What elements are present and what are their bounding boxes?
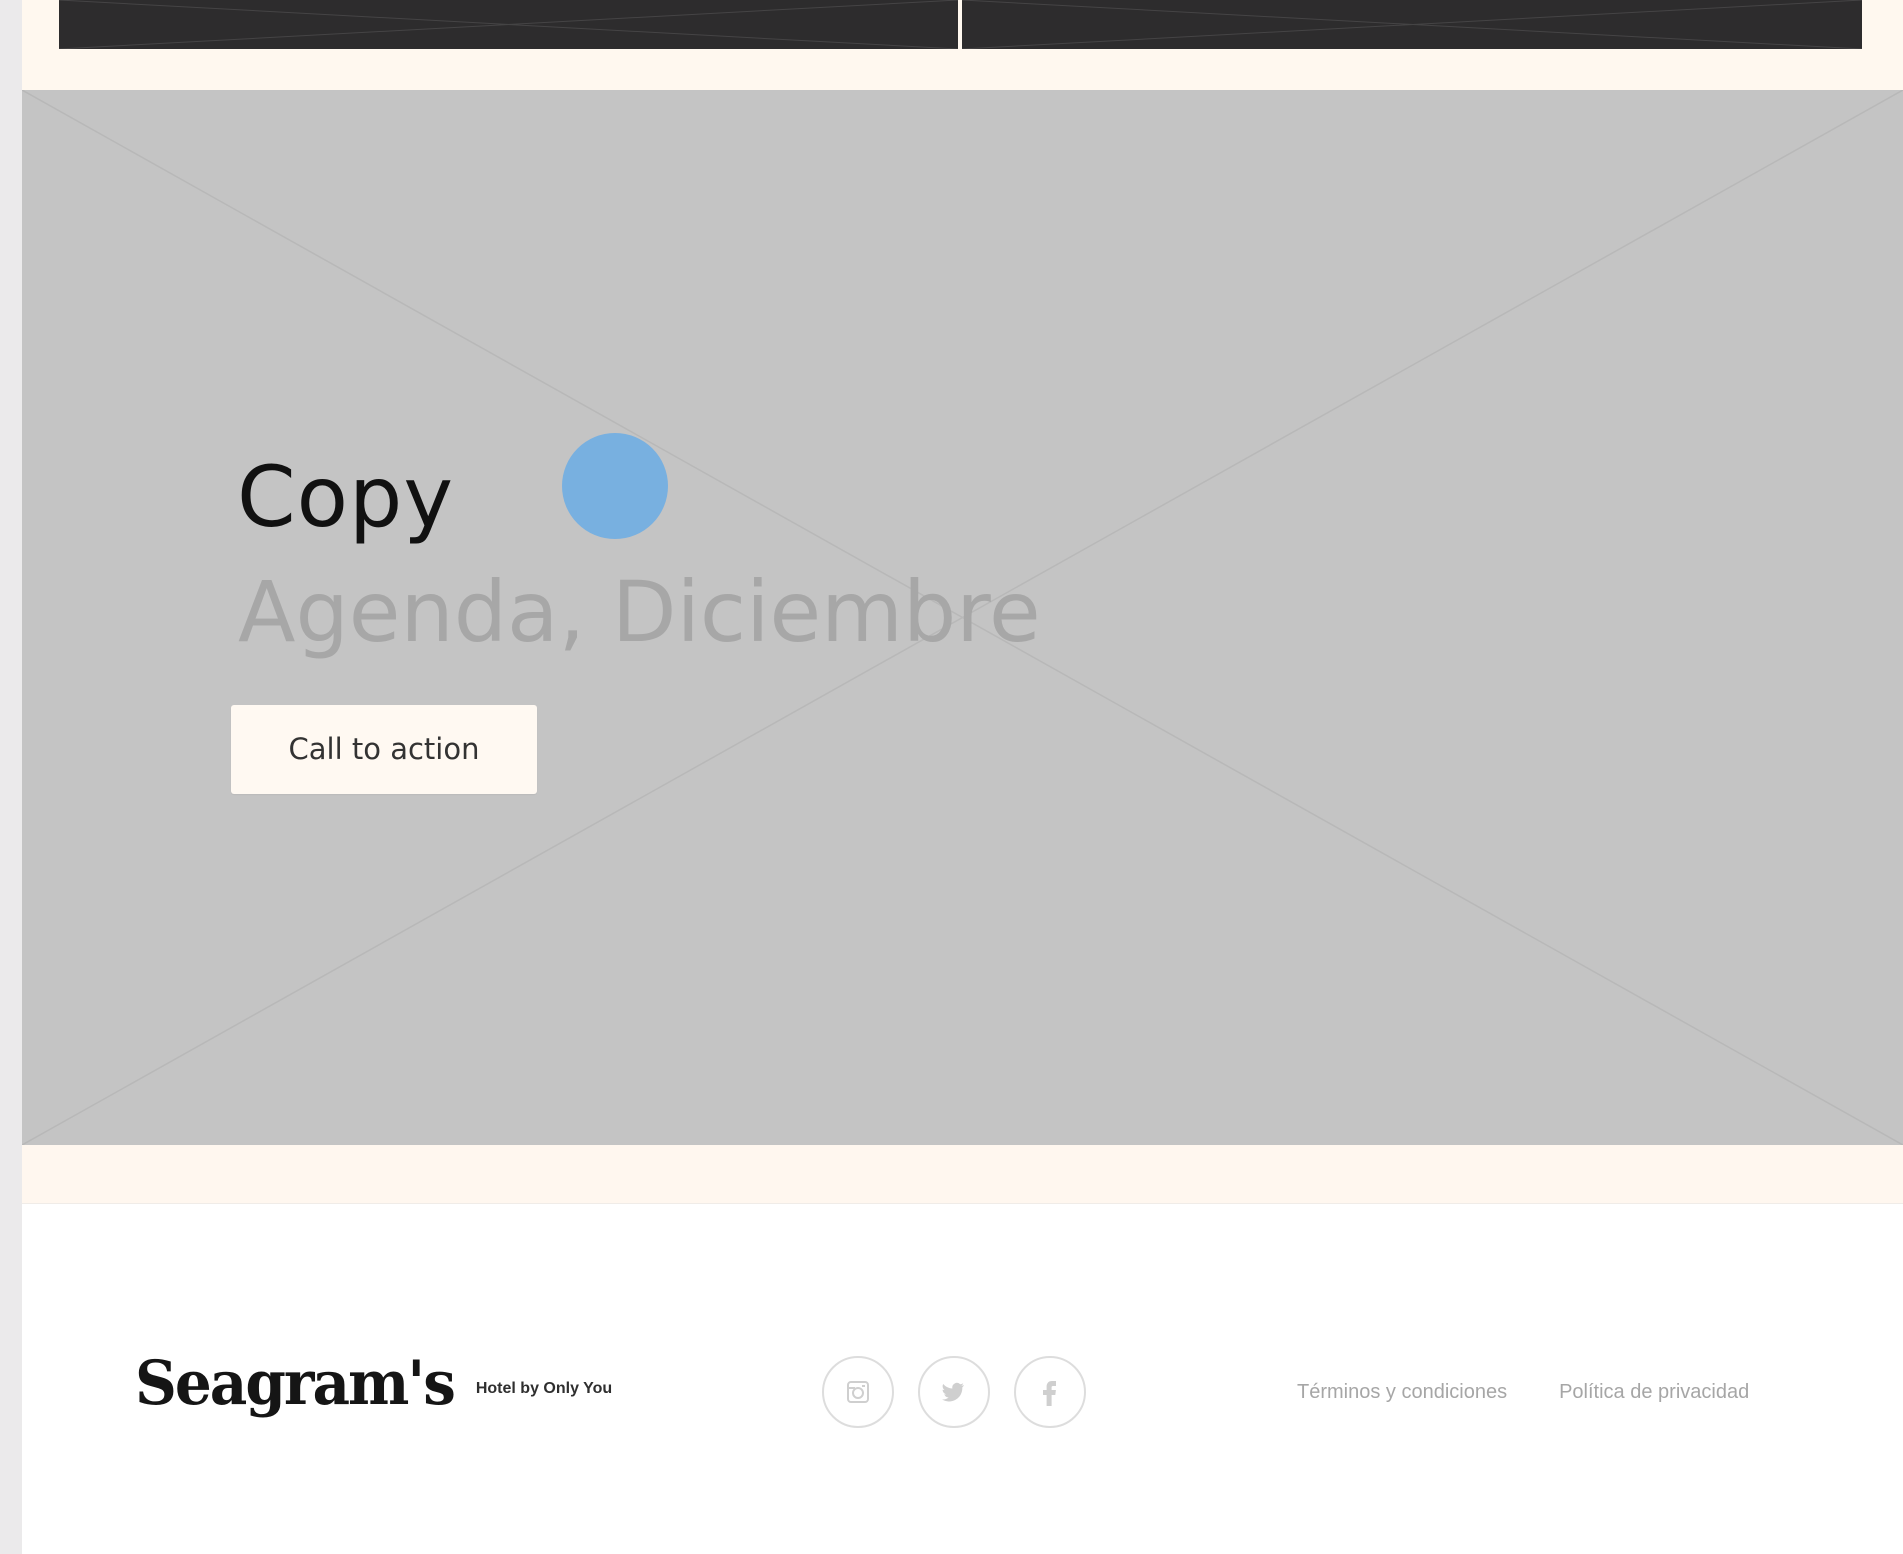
privacy-link[interactable]: Política de privacidad <box>1559 1381 1749 1404</box>
twitter-icon[interactable] <box>918 1356 990 1428</box>
hero-section: Copy Agenda, Diciembre Call to action <box>22 90 1903 1145</box>
brand-logo[interactable]: Seagram's <box>135 1353 456 1414</box>
instagram-glyph-icon <box>847 1381 869 1403</box>
cursor-indicator <box>562 433 668 539</box>
social-links <box>822 1356 1086 1428</box>
legal-links: Términos y condiciones Política de priva… <box>1297 1381 1749 1404</box>
page-canvas: Copy Agenda, Diciembre Call to action Se… <box>22 0 1903 1554</box>
facebook-glyph-icon <box>1043 1381 1056 1406</box>
section-spacer <box>22 1145 1903 1203</box>
top-card-left <box>59 0 958 49</box>
call-to-action-button[interactable]: Call to action <box>231 705 537 794</box>
terms-link[interactable]: Términos y condiciones <box>1297 1381 1507 1404</box>
top-card-right <box>962 0 1862 49</box>
site-footer: Seagram's Hotel by Only You Términos y c… <box>22 1203 1903 1554</box>
facebook-icon[interactable] <box>1014 1356 1086 1428</box>
hero-subtitle: Agenda, Diciembre <box>238 563 1041 661</box>
instagram-icon[interactable] <box>822 1356 894 1428</box>
image-placeholder-icon <box>59 0 958 49</box>
brand-lockup: Seagram's Hotel by Only You <box>135 1353 613 1414</box>
brand-tagline: Hotel by Only You <box>475 1380 613 1397</box>
left-gutter <box>0 0 22 1554</box>
top-band <box>22 0 1903 90</box>
image-placeholder-icon <box>962 0 1862 49</box>
twitter-glyph-icon <box>942 1382 964 1402</box>
hero-title: Copy <box>237 448 455 546</box>
